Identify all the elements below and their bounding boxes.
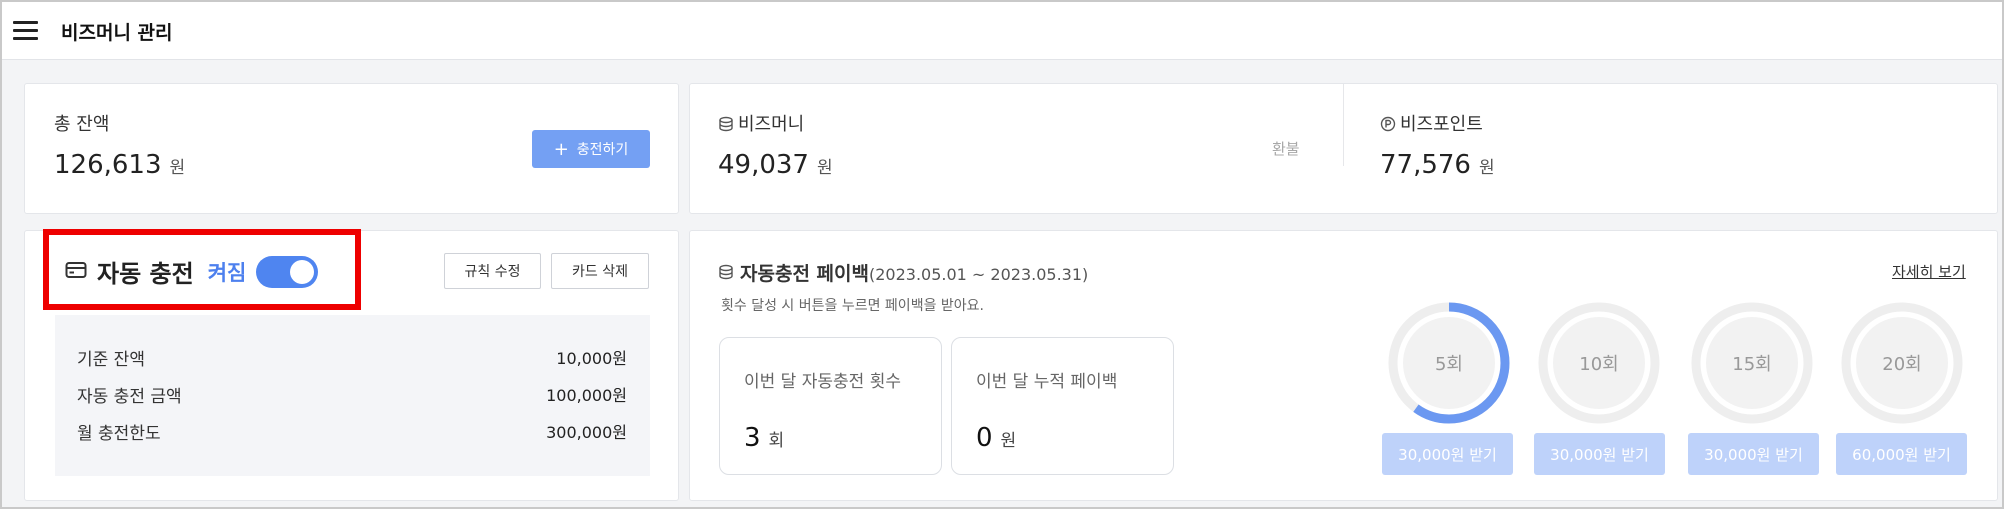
bizpoint-amount: 77,576 원 [1380,150,1495,180]
rule-row: 기준 잔액 10,000원 [77,349,627,370]
milestone-ring: 15회 [1689,300,1815,426]
monthly-payback-box: 이번 달 누적 페이백 0원 [951,337,1174,475]
point-icon [1380,116,1396,137]
detail-link[interactable]: 자세히 보기 [1892,261,1966,282]
highlight-box [43,229,361,310]
monthly-count-label: 이번 달 자동충전 횟수 [744,372,901,392]
monthly-count-box: 이번 달 자동충전 횟수 3회 [719,337,942,475]
top-bar: 비즈머니 관리 [2,2,2002,60]
menu-icon[interactable] [13,21,38,41]
page-title: 비즈머니 관리 [61,22,173,44]
plus-icon: + [553,138,569,160]
bizmoney-label: 비즈머니 [718,110,804,137]
divider [1343,84,1344,166]
monthly-payback-label: 이번 달 누적 페이백 [976,372,1118,392]
rule-row: 월 충전한도 300,000원 [77,423,627,444]
milestone-ring: 10회 [1536,300,1662,426]
claim-payback-button[interactable]: 30,000원 받기 [1688,433,1819,475]
payback-title: 자동충전 페이백 [740,263,869,285]
total-balance-label: 총 잔액 [54,114,110,135]
charge-button[interactable]: + 충전하기 [532,130,650,168]
coin-stack-icon [718,264,734,284]
rule-row: 자동 충전 금액 100,000원 [77,386,627,407]
bizmoney-amount: 49,037 원 [718,150,833,180]
claim-payback-button[interactable]: 60,000원 받기 [1836,433,1967,475]
rule-summary: 기준 잔액 10,000원 자동 충전 금액 100,000원 월 충전한도 300,… [55,315,650,476]
claim-payback-button[interactable]: 30,000원 받기 [1382,433,1513,475]
milestone-ring: 5회 [1386,300,1512,426]
delete-card-button[interactable]: 카드 삭제 [551,253,649,289]
bizmoney-card: 비즈머니 49,037 원 환불 비즈포인트 77,576 원 [689,83,1998,214]
bizpoint-label: 비즈포인트 [1380,110,1483,137]
edit-rule-button[interactable]: 규칙 수정 [444,253,541,289]
payback-description: 횟수 달성 시 버튼을 누르면 페이백을 받아요. [721,298,984,314]
total-balance-card: 총 잔액 126,613 원 + 충전하기 [24,83,679,214]
monthly-payback-value: 0원 [976,423,1017,453]
coin-stack-icon [718,116,734,137]
claim-payback-button[interactable]: 30,000원 받기 [1534,433,1665,475]
total-balance-amount: 126,613 원 [54,150,186,180]
milestone-ring: 20회 [1839,300,1965,426]
monthly-count-value: 3회 [744,423,785,453]
payback-header: 자동충전 페이백 (2023.05.01 ~ 2023.05.31) [718,259,1088,286]
payback-period: (2023.05.01 ~ 2023.05.31) [868,265,1089,284]
refund-link[interactable]: 환불 [1272,138,1300,159]
